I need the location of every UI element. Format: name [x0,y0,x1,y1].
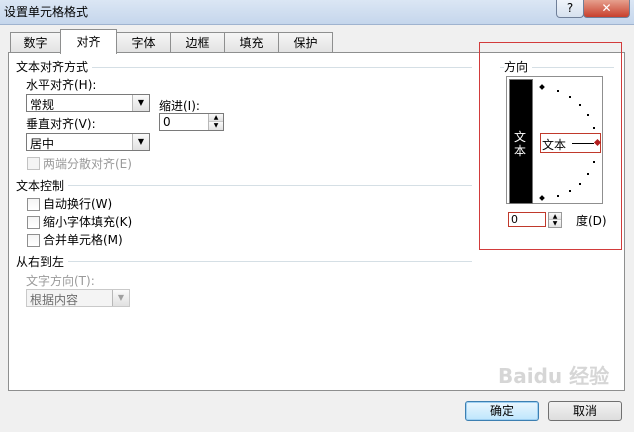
tab-fill[interactable]: 填充 [224,32,279,53]
close-button[interactable]: ✕ [583,0,630,18]
title-bar [0,0,634,25]
tab-font[interactable]: 字体 [116,32,171,53]
ok-button[interactable]: 确定 [465,401,539,421]
degrees-spinner[interactable]: ▲ ▼ [548,212,562,228]
vertical-align-select[interactable]: 居中 ▼ [26,133,150,151]
dial-dot [557,90,559,92]
shrink-to-fit-label: 缩小字体填充(K) [43,215,133,229]
dial-dot [579,104,581,106]
cancel-button[interactable]: 取消 [548,401,622,421]
shrink-to-fit-checkbox[interactable] [27,216,40,229]
indent-value: 0 [163,115,171,129]
chevron-down-icon: ▼ [112,290,129,306]
rtl-title: 从右到左 [16,253,69,270]
orientation-pointer[interactable]: 文本 [540,133,602,153]
indent-label: 缩进(I): [159,99,200,113]
pointer-handle-icon[interactable] [593,138,602,147]
degrees-value: 0 [511,213,518,226]
horizontal-align-select[interactable]: 常规 ▼ [26,94,150,112]
dial-dot [593,161,595,163]
vertical-text-label: 文本 [514,130,527,158]
pointer-text: 文本 [542,138,567,152]
indent-spinner[interactable]: 0 ▲ ▼ [159,113,224,131]
spin-down-icon[interactable]: ▼ [209,122,223,130]
spin-up-icon[interactable]: ▲ [549,213,561,220]
justify-distributed-label: 两端分散对齐(E) [43,157,132,171]
justify-distributed-checkbox[interactable] [27,157,40,170]
merge-cells-checkbox[interactable] [27,234,40,247]
merge-cells-label: 合并单元格(M) [43,233,123,247]
wrap-text-checkbox[interactable] [27,198,40,211]
vertical-align-value: 居中 [30,137,55,151]
degrees-label: 度(D) [576,214,607,228]
window-title: 设置单元格格式 [4,5,89,19]
dial-dot [593,127,595,129]
chevron-down-icon: ▼ [132,134,149,150]
spin-down-icon[interactable]: ▼ [549,220,561,227]
text-direction-label: 文字方向(T): [26,274,95,288]
dial-dot [579,183,581,185]
pointer-line [572,143,594,144]
group-divider [20,185,472,186]
spin-up-icon[interactable]: ▲ [209,114,223,122]
horizontal-align-value: 常规 [30,98,55,112]
tab-border[interactable]: 边框 [170,32,225,53]
horizontal-align-label: 水平对齐(H): [26,78,97,92]
group-divider [20,261,472,262]
dial-dot [557,195,559,197]
dial-dot [587,114,589,116]
vertical-text-toggle[interactable]: 文本 [509,79,533,204]
chevron-down-icon: ▼ [132,95,149,111]
dial-dot [569,96,571,98]
degrees-input[interactable]: 0 [508,212,546,227]
dial-dot [587,173,589,175]
tab-protection[interactable]: 保护 [278,32,333,53]
watermark: Baidu 经验 [498,364,610,388]
text-control-title: 文本控制 [16,177,69,194]
tab-alignment[interactable]: 对齐 [60,29,117,54]
text-direction-select[interactable]: 根据内容 ▼ [26,289,130,307]
orientation-title: 方向 [504,58,533,75]
text-direction-value: 根据内容 [30,293,79,307]
text-alignment-title: 文本对齐方式 [16,58,93,75]
tab-number[interactable]: 数字 [10,32,61,53]
vertical-align-label: 垂直对齐(V): [26,117,96,131]
dial-dot [569,190,571,192]
wrap-text-label: 自动换行(W) [43,197,113,211]
help-button[interactable]: ? [556,0,584,18]
